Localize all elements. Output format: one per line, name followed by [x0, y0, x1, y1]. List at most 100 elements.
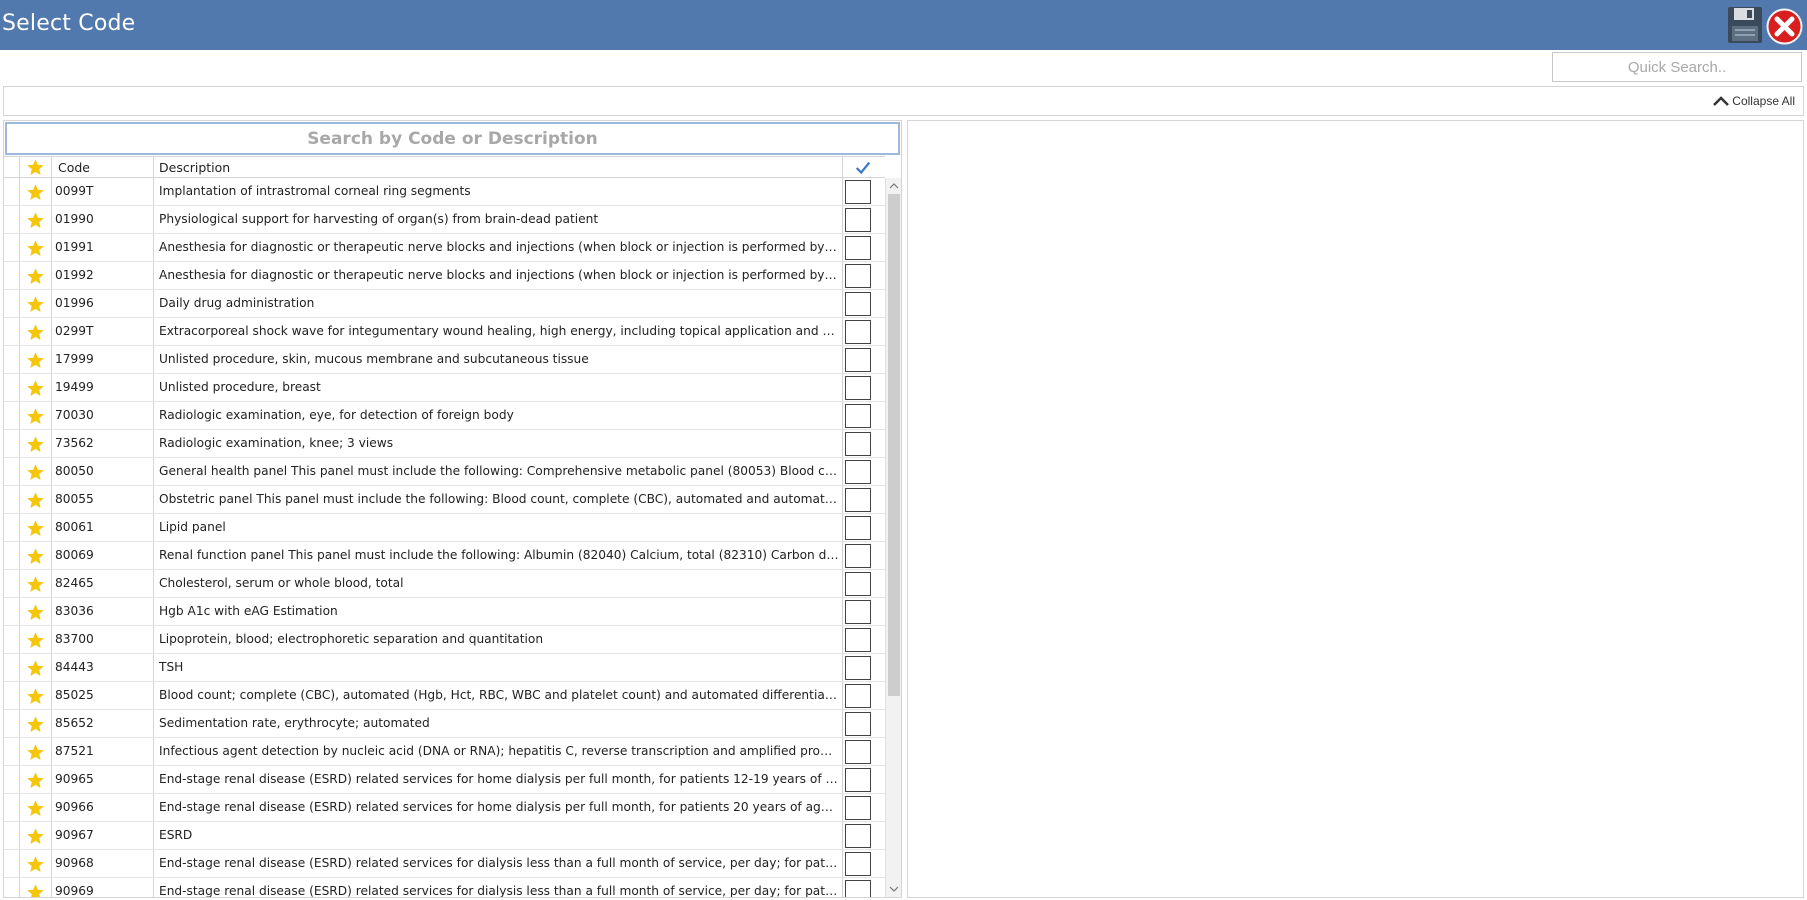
table-row[interactable]: 01991 Anesthesia for diagnostic or therap… — [4, 234, 885, 262]
table-row[interactable]: 80050 General health panel This panel mus… — [4, 458, 885, 486]
star-icon[interactable] — [26, 239, 45, 258]
star-icon[interactable] — [26, 631, 45, 650]
description-column-header[interactable]: Description — [154, 157, 843, 177]
select-checkbox[interactable] — [845, 628, 871, 652]
code-value: 90965 — [55, 772, 94, 786]
quick-search-input[interactable] — [1552, 52, 1802, 82]
star-icon[interactable] — [26, 547, 45, 566]
select-checkbox[interactable] — [845, 236, 871, 260]
star-icon[interactable] — [26, 743, 45, 762]
table-row[interactable]: 73562 Radiologic examination, knee; 3 vie… — [4, 430, 885, 458]
star-icon[interactable] — [26, 351, 45, 370]
star-icon[interactable] — [26, 855, 45, 874]
table-row[interactable]: 90969 End-stage renal disease (ESRD) rela… — [4, 878, 885, 898]
code-column-header[interactable]: Code — [52, 157, 154, 177]
table-row[interactable]: 85652 Sedimentation rate, erythrocyte; au… — [4, 710, 885, 738]
select-checkbox[interactable] — [845, 824, 871, 848]
collapse-all-button[interactable]: Collapse All — [1712, 94, 1795, 108]
table-row[interactable]: 85025 Blood count; complete (CBC), automa… — [4, 682, 885, 710]
table-row[interactable]: 80055 Obstetric panel This panel must inc… — [4, 486, 885, 514]
code-search-input[interactable] — [5, 122, 900, 155]
scrollbar-thumb[interactable] — [888, 194, 900, 696]
star-icon[interactable] — [26, 659, 45, 678]
table-row[interactable]: 19499 Unlisted procedure, breast — [4, 374, 885, 402]
select-column-header[interactable] — [843, 157, 885, 177]
table-row[interactable]: 90966 End-stage renal disease (ESRD) rela… — [4, 794, 885, 822]
select-checkbox[interactable] — [845, 712, 871, 736]
table-row[interactable]: 90967 ESRD — [4, 822, 885, 850]
table-row[interactable]: 90968 End-stage renal disease (ESRD) rela… — [4, 850, 885, 878]
select-checkbox[interactable] — [845, 572, 871, 596]
table-row[interactable]: 01990 Physiological support for harvestin… — [4, 206, 885, 234]
select-checkbox[interactable] — [845, 320, 871, 344]
select-checkbox[interactable] — [845, 432, 871, 456]
select-checkbox[interactable] — [845, 796, 871, 820]
star-icon[interactable] — [26, 211, 45, 230]
select-checkbox[interactable] — [845, 516, 871, 540]
table-row[interactable]: 0099T Implantation of intrastromal cornea… — [4, 178, 885, 206]
select-checkbox[interactable] — [845, 544, 871, 568]
select-checkbox[interactable] — [845, 376, 871, 400]
select-checkbox[interactable] — [845, 348, 871, 372]
star-icon[interactable] — [26, 435, 45, 454]
star-icon[interactable] — [26, 603, 45, 622]
code-value: 80050 — [55, 464, 94, 478]
star-icon[interactable] — [26, 827, 45, 846]
star-icon[interactable] — [26, 267, 45, 286]
select-checkbox[interactable] — [845, 600, 871, 624]
select-checkbox[interactable] — [845, 852, 871, 876]
select-checkbox[interactable] — [845, 488, 871, 512]
star-icon[interactable] — [26, 323, 45, 342]
scroll-up-arrow-icon[interactable] — [888, 180, 900, 192]
select-checkbox[interactable] — [845, 460, 871, 484]
table-row[interactable]: 90965 End-stage renal disease (ESRD) rela… — [4, 766, 885, 794]
description-value: Sedimentation rate, erythrocyte; automat… — [159, 716, 430, 730]
table-row[interactable]: 80069 Renal function panel This panel mus… — [4, 542, 885, 570]
close-button[interactable] — [1766, 8, 1803, 45]
select-checkbox[interactable] — [845, 768, 871, 792]
select-checkbox[interactable] — [845, 404, 871, 428]
select-checkbox[interactable] — [845, 880, 871, 897]
star-icon[interactable] — [26, 799, 45, 818]
table-row[interactable]: 01996 Daily drug administration — [4, 290, 885, 318]
star-icon[interactable] — [26, 687, 45, 706]
table-row[interactable]: 17999 Unlisted procedure, skin, mucous me… — [4, 346, 885, 374]
star-icon[interactable] — [26, 379, 45, 398]
select-checkbox[interactable] — [845, 292, 871, 316]
table-row[interactable]: 0299T Extracorporeal shock wave for integ… — [4, 318, 885, 346]
star-icon[interactable] — [26, 715, 45, 734]
scroll-down-arrow-icon[interactable] — [888, 883, 900, 895]
star-icon[interactable] — [26, 519, 45, 538]
table-row[interactable]: 87521 Infectious agent detection by nucle… — [4, 738, 885, 766]
vertical-scrollbar[interactable] — [885, 178, 901, 897]
close-circle-icon — [1766, 8, 1803, 45]
select-checkbox[interactable] — [845, 180, 871, 204]
select-checkbox[interactable] — [845, 740, 871, 764]
select-checkbox[interactable] — [845, 208, 871, 232]
star-icon[interactable] — [26, 491, 45, 510]
code-value: 01992 — [55, 268, 94, 282]
description-value: Extracorporeal shock wave for integument… — [159, 324, 839, 338]
save-button[interactable] — [1727, 6, 1763, 44]
star-icon[interactable] — [26, 771, 45, 790]
favorite-column-header[interactable] — [20, 157, 52, 177]
star-icon[interactable] — [26, 295, 45, 314]
select-checkbox[interactable] — [845, 656, 871, 680]
star-icon[interactable] — [26, 183, 45, 202]
table-row[interactable]: 80061 Lipid panel — [4, 514, 885, 542]
table-row[interactable]: 01992 Anesthesia for diagnostic or therap… — [4, 262, 885, 290]
group-panel: Collapse All — [3, 86, 1804, 116]
table-row[interactable]: 83036 Hgb A1c with eAG Estimation — [4, 598, 885, 626]
row-indicator — [4, 598, 20, 625]
table-row[interactable]: 82465 Cholesterol, serum or whole blood, … — [4, 570, 885, 598]
star-icon[interactable] — [26, 463, 45, 482]
description-value: General health panel This panel must inc… — [159, 464, 839, 478]
star-icon[interactable] — [26, 407, 45, 426]
table-row[interactable]: 70030 Radiologic examination, eye, for de… — [4, 402, 885, 430]
table-row[interactable]: 84443 TSH — [4, 654, 885, 682]
star-icon[interactable] — [26, 883, 45, 898]
select-checkbox[interactable] — [845, 684, 871, 708]
star-icon[interactable] — [26, 575, 45, 594]
select-checkbox[interactable] — [845, 264, 871, 288]
table-row[interactable]: 83700 Lipoprotein, blood; electrophoretic… — [4, 626, 885, 654]
